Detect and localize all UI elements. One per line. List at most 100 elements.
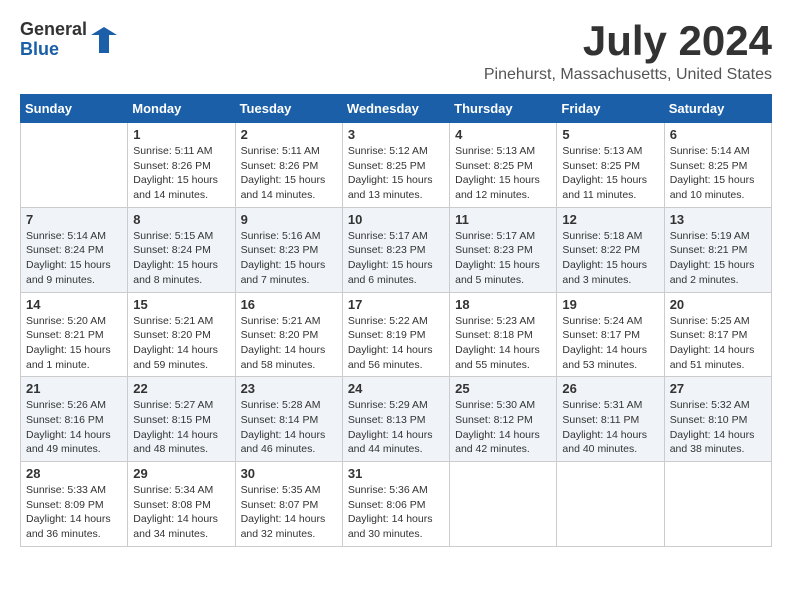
calendar-table: SundayMondayTuesdayWednesdayThursdayFrid… (20, 94, 772, 547)
day-number: 4 (455, 127, 551, 142)
day-number: 5 (562, 127, 658, 142)
column-header-thursday: Thursday (450, 95, 557, 123)
calendar-cell: 17 Sunrise: 5:22 AM Sunset: 8:19 PM Dayli… (342, 292, 449, 377)
day-number: 9 (241, 212, 337, 227)
calendar-cell: 5 Sunrise: 5:13 AM Sunset: 8:25 PM Daylig… (557, 123, 664, 208)
calendar-cell: 30Sunrise: 5:35 AM Sunset: 8:07 PM Dayli… (235, 462, 342, 547)
day-info: Sunrise: 5:13 AM Sunset: 8:25 PM Dayligh… (455, 144, 551, 203)
day-info: Sunrise: 5:12 AM Sunset: 8:25 PM Dayligh… (348, 144, 444, 203)
day-info: Sunrise: 5:23 AM Sunset: 8:18 PM Dayligh… (455, 314, 551, 373)
calendar-cell: 7Sunrise: 5:14 AM Sunset: 8:24 PM Daylig… (21, 207, 128, 292)
day-number: 1 (133, 127, 229, 142)
day-number: 27 (670, 381, 766, 396)
calendar-week-row: 7Sunrise: 5:14 AM Sunset: 8:24 PM Daylig… (21, 207, 772, 292)
day-number: 22 (133, 381, 229, 396)
day-info: Sunrise: 5:11 AM Sunset: 8:26 PM Dayligh… (133, 144, 229, 203)
day-number: 13 (670, 212, 766, 227)
logo-blue-text: Blue (20, 40, 87, 60)
day-info: Sunrise: 5:29 AM Sunset: 8:13 PM Dayligh… (348, 398, 444, 457)
day-number: 28 (26, 466, 122, 481)
location-text: Pinehurst, Massachusetts, United States (484, 66, 772, 84)
calendar-cell: 16Sunrise: 5:21 AM Sunset: 8:20 PM Dayli… (235, 292, 342, 377)
day-number: 31 (348, 466, 444, 481)
day-number: 17 (348, 297, 444, 312)
day-number: 14 (26, 297, 122, 312)
calendar-cell: 20Sunrise: 5:25 AM Sunset: 8:17 PM Dayli… (664, 292, 771, 377)
day-info: Sunrise: 5:17 AM Sunset: 8:23 PM Dayligh… (348, 229, 444, 288)
day-number: 16 (241, 297, 337, 312)
day-info: Sunrise: 5:17 AM Sunset: 8:23 PM Dayligh… (455, 229, 551, 288)
calendar-cell: 26 Sunrise: 5:31 AM Sunset: 8:11 PM Dayli… (557, 377, 664, 462)
day-info: Sunrise: 5:14 AM Sunset: 8:25 PM Dayligh… (670, 144, 766, 203)
calendar-cell: 9 Sunrise: 5:16 AM Sunset: 8:23 PM Daylig… (235, 207, 342, 292)
day-info: Sunrise: 5:13 AM Sunset: 8:25 PM Dayligh… (562, 144, 658, 203)
day-number: 23 (241, 381, 337, 396)
page-header: General Blue July 2024 Pinehurst, Massac… (20, 20, 772, 84)
day-number: 26 (562, 381, 658, 396)
calendar-cell: 8 Sunrise: 5:15 AM Sunset: 8:24 PM Daylig… (128, 207, 235, 292)
calendar-header-row: SundayMondayTuesdayWednesdayThursdayFrid… (21, 95, 772, 123)
calendar-cell: 25Sunrise: 5:30 AM Sunset: 8:12 PM Dayli… (450, 377, 557, 462)
day-info: Sunrise: 5:27 AM Sunset: 8:15 PM Dayligh… (133, 398, 229, 457)
calendar-cell: 21Sunrise: 5:26 AM Sunset: 8:16 PM Dayli… (21, 377, 128, 462)
calendar-cell: 15Sunrise: 5:21 AM Sunset: 8:20 PM Dayli… (128, 292, 235, 377)
day-number: 6 (670, 127, 766, 142)
day-info: Sunrise: 5:26 AM Sunset: 8:16 PM Dayligh… (26, 398, 122, 457)
calendar-cell: 18 Sunrise: 5:23 AM Sunset: 8:18 PM Dayli… (450, 292, 557, 377)
calendar-cell: 24Sunrise: 5:29 AM Sunset: 8:13 PM Dayli… (342, 377, 449, 462)
calendar-cell: 29Sunrise: 5:34 AM Sunset: 8:08 PM Dayli… (128, 462, 235, 547)
day-info: Sunrise: 5:25 AM Sunset: 8:17 PM Dayligh… (670, 314, 766, 373)
day-info: Sunrise: 5:18 AM Sunset: 8:22 PM Dayligh… (562, 229, 658, 288)
calendar-cell: 3 Sunrise: 5:12 AM Sunset: 8:25 PM Daylig… (342, 123, 449, 208)
day-info: Sunrise: 5:36 AM Sunset: 8:06 PM Dayligh… (348, 483, 444, 542)
day-number: 15 (133, 297, 229, 312)
calendar-cell: 23 Sunrise: 5:28 AM Sunset: 8:14 PM Dayli… (235, 377, 342, 462)
column-header-wednesday: Wednesday (342, 95, 449, 123)
day-info: Sunrise: 5:31 AM Sunset: 8:11 PM Dayligh… (562, 398, 658, 457)
day-info: Sunrise: 5:24 AM Sunset: 8:17 PM Dayligh… (562, 314, 658, 373)
calendar-week-row: 14 Sunrise: 5:20 AM Sunset: 8:21 PM Dayli… (21, 292, 772, 377)
day-number: 12 (562, 212, 658, 227)
column-header-sunday: Sunday (21, 95, 128, 123)
day-number: 11 (455, 212, 551, 227)
title-area: July 2024 Pinehurst, Massachusetts, Unit… (484, 20, 772, 84)
calendar-cell (450, 462, 557, 547)
calendar-cell (557, 462, 664, 547)
day-info: Sunrise: 5:34 AM Sunset: 8:08 PM Dayligh… (133, 483, 229, 542)
logo: General Blue (20, 20, 119, 60)
calendar-cell: 10 Sunrise: 5:17 AM Sunset: 8:23 PM Dayli… (342, 207, 449, 292)
column-header-saturday: Saturday (664, 95, 771, 123)
day-info: Sunrise: 5:33 AM Sunset: 8:09 PM Dayligh… (26, 483, 122, 542)
day-info: Sunrise: 5:22 AM Sunset: 8:19 PM Dayligh… (348, 314, 444, 373)
day-number: 18 (455, 297, 551, 312)
column-header-tuesday: Tuesday (235, 95, 342, 123)
day-info: Sunrise: 5:35 AM Sunset: 8:07 PM Dayligh… (241, 483, 337, 542)
day-info: Sunrise: 5:19 AM Sunset: 8:21 PM Dayligh… (670, 229, 766, 288)
day-info: Sunrise: 5:14 AM Sunset: 8:24 PM Dayligh… (26, 229, 122, 288)
day-info: Sunrise: 5:30 AM Sunset: 8:12 PM Dayligh… (455, 398, 551, 457)
month-title: July 2024 (484, 20, 772, 62)
day-number: 3 (348, 127, 444, 142)
column-header-monday: Monday (128, 95, 235, 123)
calendar-cell: 22 Sunrise: 5:27 AM Sunset: 8:15 PM Dayli… (128, 377, 235, 462)
day-info: Sunrise: 5:20 AM Sunset: 8:21 PM Dayligh… (26, 314, 122, 373)
calendar-week-row: 28 Sunrise: 5:33 AM Sunset: 8:09 PM Dayli… (21, 462, 772, 547)
calendar-cell: 11 Sunrise: 5:17 AM Sunset: 8:23 PM Dayli… (450, 207, 557, 292)
calendar-cell (21, 123, 128, 208)
day-number: 8 (133, 212, 229, 227)
calendar-week-row: 21Sunrise: 5:26 AM Sunset: 8:16 PM Dayli… (21, 377, 772, 462)
calendar-cell: 13 Sunrise: 5:19 AM Sunset: 8:21 PM Dayli… (664, 207, 771, 292)
day-number: 19 (562, 297, 658, 312)
calendar-cell: 14 Sunrise: 5:20 AM Sunset: 8:21 PM Dayli… (21, 292, 128, 377)
logo-general-text: General (20, 20, 87, 40)
calendar-week-row: 1 Sunrise: 5:11 AM Sunset: 8:26 PM Daylig… (21, 123, 772, 208)
day-info: Sunrise: 5:16 AM Sunset: 8:23 PM Dayligh… (241, 229, 337, 288)
calendar-cell: 4 Sunrise: 5:13 AM Sunset: 8:25 PM Daylig… (450, 123, 557, 208)
calendar-cell: 19 Sunrise: 5:24 AM Sunset: 8:17 PM Dayli… (557, 292, 664, 377)
logo-flag-icon (89, 25, 119, 55)
calendar-cell: 12 Sunrise: 5:18 AM Sunset: 8:22 PM Dayli… (557, 207, 664, 292)
column-header-friday: Friday (557, 95, 664, 123)
day-info: Sunrise: 5:15 AM Sunset: 8:24 PM Dayligh… (133, 229, 229, 288)
day-info: Sunrise: 5:28 AM Sunset: 8:14 PM Dayligh… (241, 398, 337, 457)
day-number: 10 (348, 212, 444, 227)
